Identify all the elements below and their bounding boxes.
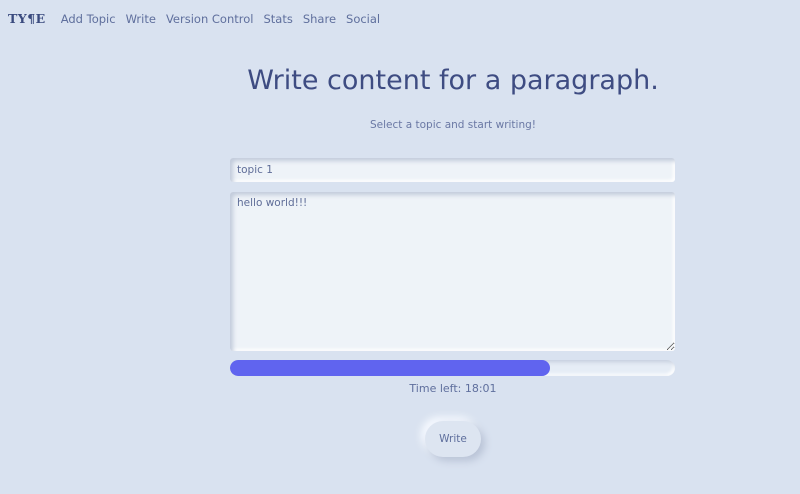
page-title: Write content for a paragraph.	[247, 65, 659, 96]
top-nav: TY¶E Add Topic Write Version Control Sta…	[8, 10, 390, 28]
content-textarea[interactable]: hello world!!!	[230, 192, 675, 351]
time-progress-fill	[230, 360, 551, 376]
time-progress-bar	[230, 360, 675, 376]
write-button[interactable]: Write	[425, 421, 481, 457]
logo[interactable]: TY¶E	[8, 10, 46, 28]
topic-input[interactable]	[230, 158, 675, 182]
page-subtitle: Select a topic and start writing!	[369, 119, 536, 131]
nav-write[interactable]: Write	[126, 10, 156, 28]
time-left-label: Time left: 18:01	[409, 382, 497, 395]
nav-stats[interactable]: Stats	[263, 10, 292, 28]
nav-add-topic[interactable]: Add Topic	[61, 10, 116, 28]
nav-version-control[interactable]: Version Control	[166, 10, 254, 28]
nav-social[interactable]: Social	[346, 10, 380, 28]
nav-share[interactable]: Share	[303, 10, 336, 28]
